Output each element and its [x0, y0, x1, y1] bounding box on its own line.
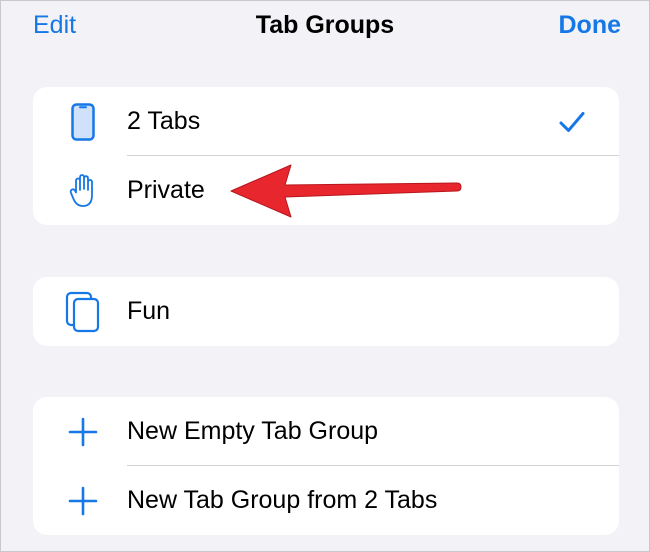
phone-icon [63, 87, 103, 156]
actions-card: New Empty Tab Group New Tab Group from 2… [33, 397, 619, 535]
hand-icon [63, 156, 103, 225]
navigation-bar: Edit Tab Groups Done [1, 1, 649, 55]
page-title: Tab Groups [255, 11, 395, 39]
tab-group-row-2-tabs[interactable]: 2 Tabs [33, 87, 619, 156]
done-button[interactable]: Done [559, 11, 622, 40]
tab-group-row-fun[interactable]: Fun [33, 277, 619, 346]
tab-group-label: 2 Tabs [127, 107, 201, 135]
tab-group-label: Fun [127, 297, 171, 325]
plus-icon [63, 466, 103, 535]
tabs-stack-icon [63, 277, 103, 346]
annotation-arrow-icon [230, 164, 462, 218]
action-label: New Empty Tab Group [127, 417, 379, 445]
plus-icon [63, 397, 103, 466]
checkmark-icon [559, 87, 585, 156]
new-empty-tab-group-button[interactable]: New Empty Tab Group [33, 397, 619, 466]
new-tab-group-from-tabs-button[interactable]: New Tab Group from 2 Tabs [33, 466, 619, 535]
action-label: New Tab Group from 2 Tabs [127, 486, 438, 514]
saved-groups-card: Fun [33, 277, 619, 346]
tab-group-label: Private [127, 176, 205, 204]
